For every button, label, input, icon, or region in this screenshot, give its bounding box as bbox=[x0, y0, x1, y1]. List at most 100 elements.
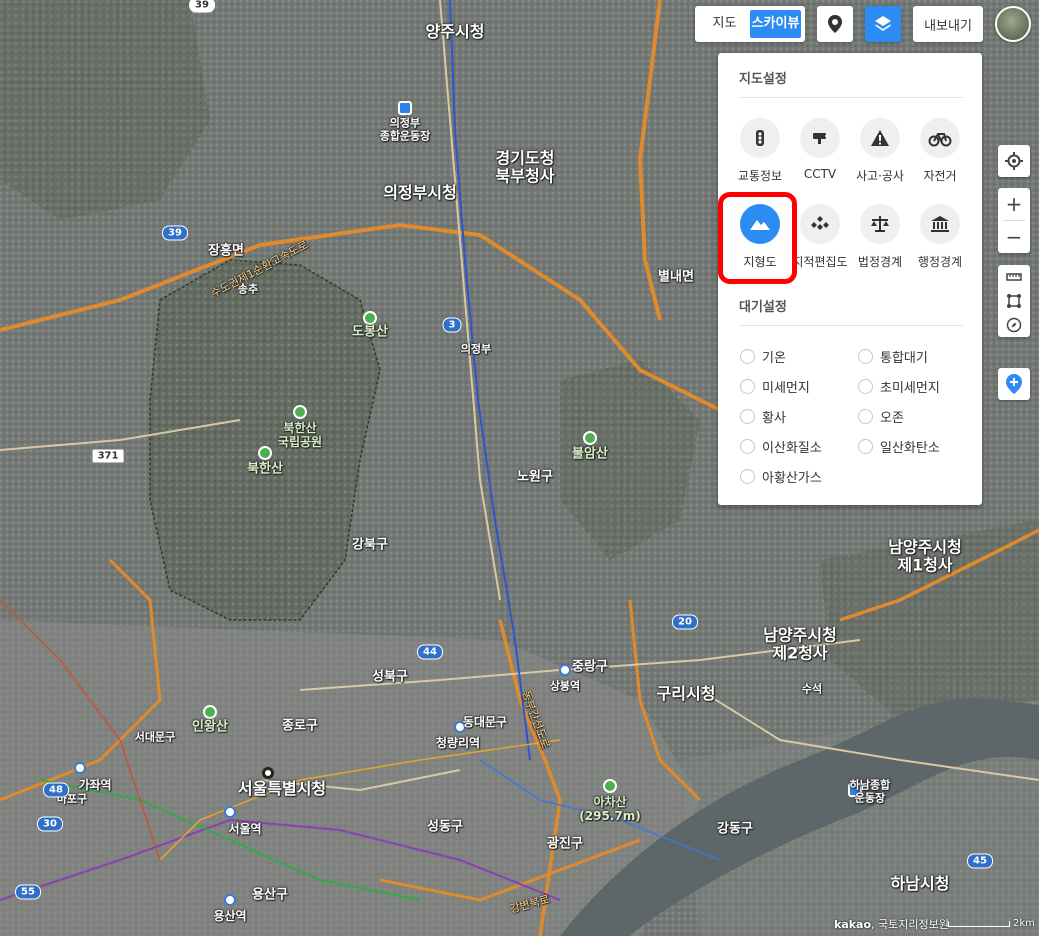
air-option[interactable]: 통합대기 bbox=[858, 347, 928, 366]
label-cheongnyangni[interactable]: 청량리역 bbox=[436, 736, 480, 751]
air-option[interactable]: 초미세먼지 bbox=[858, 377, 940, 396]
label-achasan[interactable]: 아차산 (295.7m) bbox=[579, 795, 640, 824]
label-sudong[interactable]: 수석 bbox=[802, 683, 822, 697]
area-button[interactable] bbox=[998, 289, 1030, 313]
label-seongdong[interactable]: 성동구 bbox=[427, 820, 463, 836]
label-bulamsan[interactable]: 불암산 bbox=[572, 447, 608, 463]
stadium-icon[interactable] bbox=[398, 101, 412, 115]
add-pin-icon bbox=[1006, 374, 1022, 394]
label-uijeongbu-city[interactable]: 의정부시청 bbox=[383, 183, 457, 202]
avatar[interactable] bbox=[995, 6, 1031, 42]
label-jongno[interactable]: 종로구 bbox=[282, 719, 318, 735]
highway-shield: 30 bbox=[37, 816, 63, 832]
label-jangheung[interactable]: 장흥면 bbox=[208, 244, 244, 260]
layer-cadastral[interactable]: 지적편집도 bbox=[790, 204, 850, 270]
label-yongsan[interactable]: 용산구 bbox=[252, 888, 288, 904]
label-seongbuk[interactable]: 성북구 bbox=[372, 670, 408, 686]
mountain-icon[interactable] bbox=[293, 405, 307, 419]
label-seoul-station[interactable]: 서울역 bbox=[228, 822, 261, 837]
air-option[interactable]: 일산화탄소 bbox=[858, 437, 940, 456]
label-gajwa[interactable]: 가좌역 bbox=[78, 778, 111, 793]
label-byeollae[interactable]: 별내면 bbox=[658, 270, 694, 286]
label-bukhansan[interactable]: 북한산 bbox=[247, 462, 283, 478]
label-gangdong[interactable]: 강동구 bbox=[717, 822, 753, 838]
air-option[interactable]: 이산화질소 bbox=[740, 437, 822, 456]
highway-shield: 371 bbox=[91, 448, 125, 464]
air-option-label: 초미세먼지 bbox=[880, 381, 940, 396]
label-inwangsan[interactable]: 인왕산 bbox=[192, 720, 228, 736]
zoom-out-button[interactable]: − bbox=[998, 221, 1030, 253]
map-settings-title: 지도설정 bbox=[739, 72, 787, 87]
bicycle-icon bbox=[928, 133, 952, 147]
label-gyeonggi-north[interactable]: 경기도청 북부청사 bbox=[496, 149, 555, 187]
label-sangbong[interactable]: 상봉역 bbox=[550, 680, 580, 694]
air-option[interactable]: 미세먼지 bbox=[740, 377, 810, 396]
mountain-icon[interactable] bbox=[603, 779, 617, 793]
layer-accident[interactable]: 사고·공사 bbox=[850, 118, 910, 184]
map-type-skyview[interactable]: 스카이뷰 bbox=[750, 10, 801, 38]
air-option-label: 기온 bbox=[762, 351, 786, 366]
air-option[interactable]: 오존 bbox=[858, 407, 904, 426]
label-jungnang[interactable]: 중랑구 bbox=[572, 660, 608, 676]
layer-legal-boundary[interactable]: 법정경계 bbox=[850, 204, 910, 270]
air-option[interactable]: 황사 bbox=[740, 407, 786, 426]
label-seoul[interactable]: 서울특별시청 bbox=[238, 779, 326, 798]
air-option[interactable]: 기온 bbox=[740, 347, 786, 366]
tools-control bbox=[998, 265, 1030, 337]
layer-cctv[interactable]: CCTV bbox=[790, 118, 850, 181]
layer-bicycle[interactable]: 자전거 bbox=[910, 118, 970, 184]
label-gangbuk[interactable]: 강북구 bbox=[352, 538, 388, 554]
highway-shield: 3 bbox=[442, 317, 462, 333]
poi-button[interactable] bbox=[817, 6, 853, 42]
label-yangju[interactable]: 양주시청 bbox=[426, 22, 485, 41]
air-option[interactable]: 아황산가스 bbox=[740, 467, 822, 486]
zoom-in-button[interactable]: + bbox=[998, 188, 1030, 220]
export-button[interactable]: 내보내기 bbox=[913, 6, 983, 42]
scale-bar: 2km bbox=[948, 918, 1035, 929]
subway-station-icon[interactable] bbox=[74, 762, 86, 774]
label-dobongsan[interactable]: 도봉산 bbox=[352, 325, 388, 341]
locate-button[interactable] bbox=[998, 145, 1030, 177]
warning-icon bbox=[871, 130, 889, 146]
compass-icon bbox=[1006, 317, 1022, 333]
label-bukhansan-park[interactable]: 북한산 국립공원 bbox=[278, 421, 322, 450]
area-icon bbox=[1007, 294, 1021, 308]
city-hall-icon[interactable] bbox=[262, 767, 274, 779]
mountain-icon[interactable] bbox=[203, 705, 217, 719]
label-seodaemun[interactable]: 서대문구 bbox=[135, 731, 175, 745]
subway-station-icon[interactable] bbox=[224, 894, 236, 906]
add-pin-button[interactable] bbox=[998, 368, 1030, 400]
crosshair-icon bbox=[1005, 152, 1023, 170]
scale-label: 2km bbox=[1013, 918, 1035, 929]
compass-button[interactable] bbox=[998, 313, 1030, 337]
mountain-icon[interactable] bbox=[583, 431, 597, 445]
layer-admin-boundary[interactable]: 행정경계 bbox=[910, 204, 970, 270]
ruler-button[interactable] bbox=[998, 265, 1030, 289]
highway-shield: 48 bbox=[43, 782, 69, 798]
label-nowon[interactable]: 노원구 bbox=[517, 470, 553, 486]
highway-shield: 39 bbox=[162, 225, 188, 241]
subway-station-icon[interactable] bbox=[224, 806, 236, 818]
cadastral-icon bbox=[811, 216, 829, 230]
layer-label: 사고·공사 bbox=[856, 169, 904, 183]
subway-station-icon[interactable] bbox=[559, 664, 571, 676]
label-namyangju-1[interactable]: 남양주시청 제1청사 bbox=[888, 538, 962, 576]
label-yongsan-station[interactable]: 용산역 bbox=[213, 909, 246, 924]
label-namyangju-2[interactable]: 남양주시청 제2청사 bbox=[763, 626, 837, 664]
layer-label: CCTV bbox=[803, 167, 837, 181]
mountain-icon[interactable] bbox=[258, 446, 272, 460]
label-guri[interactable]: 구리시청 bbox=[657, 684, 716, 703]
credit-text: 국토지리정보원 bbox=[878, 918, 949, 931]
layers-button[interactable] bbox=[865, 6, 901, 42]
mountain-icon[interactable] bbox=[363, 311, 377, 325]
label-hanam[interactable]: 하남시청 bbox=[891, 874, 950, 893]
map-type-normal[interactable]: 지도 bbox=[699, 10, 750, 38]
label-hanam-sports[interactable]: 하남종합 운동장 bbox=[850, 778, 890, 804]
label-uijeongbu-station[interactable]: 의정부 bbox=[461, 343, 491, 357]
label-uijeongbu-sports[interactable]: 의정부 종합운동장 bbox=[380, 116, 431, 142]
label-gwangjin[interactable]: 광진구 bbox=[547, 837, 583, 853]
divider bbox=[739, 97, 963, 98]
layer-traffic[interactable]: 교통정보 bbox=[730, 118, 790, 184]
label-dongdaemun[interactable]: 동대문구 bbox=[463, 715, 507, 730]
highway-shield: 20 bbox=[672, 614, 698, 630]
